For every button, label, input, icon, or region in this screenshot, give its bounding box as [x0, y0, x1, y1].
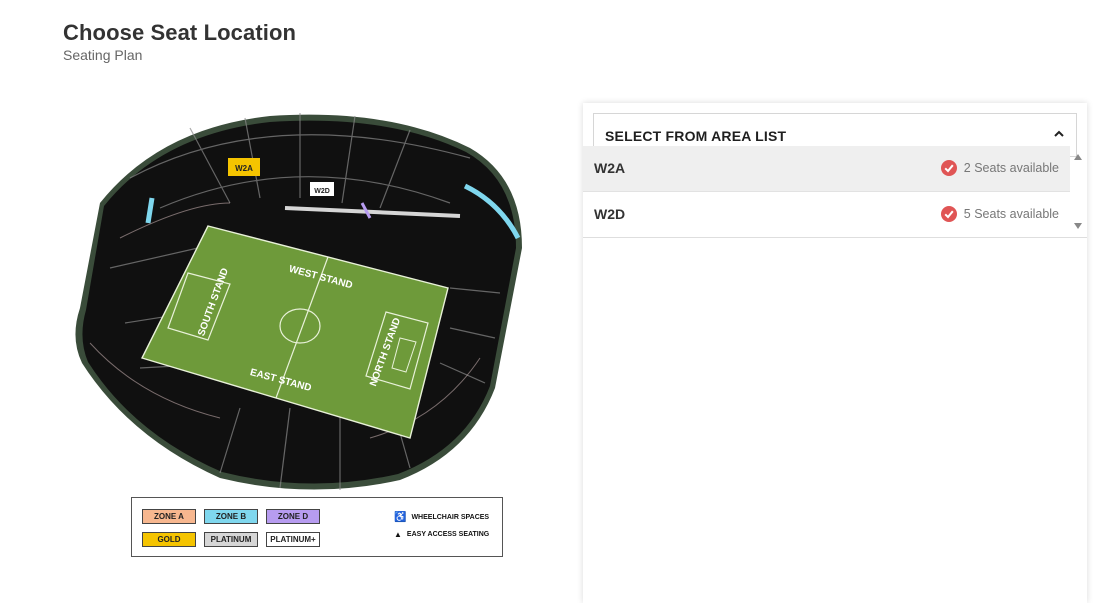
legend-wheelchair: ♿ WHEELCHAIR SPACES: [394, 512, 489, 523]
availability-text: 2 Seats available: [963, 161, 1059, 175]
section-tag-w2a[interactable]: W2A: [235, 164, 253, 173]
area-item-name: W2A: [594, 160, 626, 176]
stadium-map-svg: WEST STAND SOUTH STAND NORTH STAND EAST …: [75, 113, 523, 490]
area-item-availability: 2 Seats available: [940, 160, 1059, 176]
area-list: W2A 2 Seats available W2D 5 Seats availa…: [583, 146, 1087, 238]
area-item-availability: 5 Seats available: [940, 206, 1059, 222]
legend-platinum: PLATINUM: [204, 532, 258, 547]
check-circle-icon: [940, 206, 957, 222]
legend-gold: GOLD: [142, 532, 196, 547]
legend-zone-a: ZONE A: [142, 509, 196, 524]
area-panel: SELECT FROM AREA LIST W2A 2 Seats availa…: [583, 103, 1087, 603]
area-list-scrollbar[interactable]: [1070, 146, 1087, 237]
check-circle-icon: [940, 160, 957, 176]
area-item-w2d[interactable]: W2D 5 Seats available: [583, 192, 1070, 237]
legend-platinum-plus: PLATINUM+: [266, 532, 320, 547]
zone-legend: ZONE A ZONE B ZONE D GOLD PLATINUM PLATI…: [131, 497, 503, 557]
area-item-name: W2D: [594, 206, 626, 222]
section-tag-w2d[interactable]: W2D: [314, 188, 330, 195]
page-subtitle: Seating Plan: [63, 47, 143, 63]
area-item-w2a[interactable]: W2A 2 Seats available: [583, 146, 1070, 192]
wheelchair-icon: ♿: [394, 512, 407, 523]
triangle-icon: ▲: [394, 530, 402, 539]
scroll-down-arrow-icon[interactable]: [1074, 223, 1082, 229]
area-list-header-label: SELECT FROM AREA LIST: [605, 128, 787, 144]
legend-wheelchair-label: WHEELCHAIR SPACES: [411, 514, 490, 521]
legend-zone-b: ZONE B: [204, 509, 258, 524]
page-title: Choose Seat Location: [63, 20, 297, 45]
legend-easy-access: ▲ EASY ACCESS SEATING: [394, 530, 489, 539]
availability-text: 5 Seats available: [963, 207, 1059, 221]
scroll-up-arrow-icon[interactable]: [1074, 154, 1082, 160]
chevron-up-icon[interactable]: [1052, 127, 1066, 141]
legend-easy-access-label: EASY ACCESS SEATING: [406, 531, 490, 538]
stadium-map[interactable]: WEST STAND SOUTH STAND NORTH STAND EAST …: [70, 108, 530, 498]
legend-zone-d: ZONE D: [266, 509, 320, 524]
